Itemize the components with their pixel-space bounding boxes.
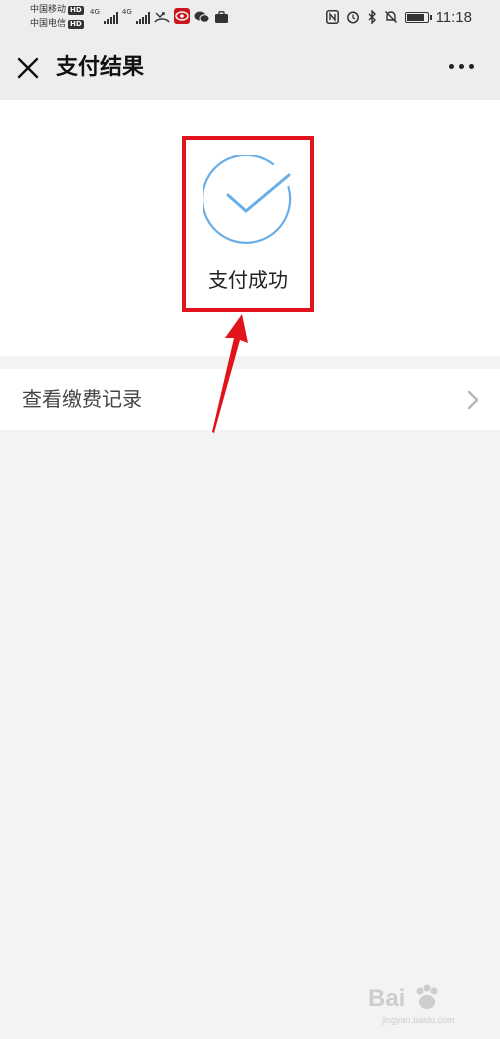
net-label-1: 4G [90, 8, 100, 16]
status-left-icons: 4G 4G [90, 8, 229, 24]
clock: 11:18 [435, 8, 472, 26]
net-label-2: 4G [121, 8, 132, 16]
annotation-highlight-box [182, 136, 314, 312]
close-button[interactable] [14, 54, 42, 82]
signal-icon-1 [103, 12, 118, 24]
battery-icon [404, 11, 432, 23]
hd-badge-1: HD [68, 5, 84, 15]
carrier-2-name: 中国电信 [30, 19, 67, 29]
nfc-icon [325, 10, 339, 24]
annotation-arrow [212, 314, 248, 433]
eye-app-icon [173, 8, 190, 24]
carrier-2: 中国电信 HD [30, 18, 84, 30]
mute-bell-icon [384, 11, 397, 23]
signal-icon-2 [135, 12, 150, 24]
watermark-text: Bai [368, 985, 406, 1012]
chevron-right-icon [467, 390, 479, 410]
briefcase-icon [214, 11, 228, 23]
carrier-1-name: 中国移动 [30, 5, 67, 15]
missed-call-icon [154, 12, 170, 23]
wechat-icon [194, 11, 210, 23]
watermark-sub: jingyan.baidu.com [382, 1015, 455, 1025]
status-bar: 中国移动 HD 中国电信 HD 4G 4G 11:18 [0, 0, 500, 36]
view-payment-records-label: 查看缴费记录 [22, 387, 142, 411]
baidu-watermark: Bai jingyan.baidu.com [368, 981, 488, 1031]
close-icon [17, 57, 39, 79]
nav-bar: 支付结果 [0, 36, 500, 100]
status-right-icons: 11:18 [325, 7, 472, 27]
hd-badge-2: HD [68, 19, 84, 29]
carrier-1: 中国移动 HD [30, 4, 84, 16]
paw-icon [416, 984, 438, 1009]
more-button[interactable] [449, 64, 474, 69]
bluetooth-icon [368, 10, 376, 24]
more-dot [449, 64, 454, 69]
more-dot [459, 64, 464, 69]
alarm-icon [346, 11, 359, 24]
more-dot [469, 64, 474, 69]
page-title: 支付结果 [56, 55, 145, 80]
